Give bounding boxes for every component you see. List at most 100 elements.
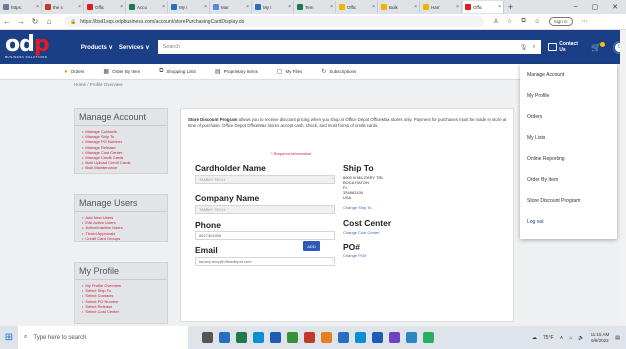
close-window-icon[interactable]: ✕: [612, 3, 618, 11]
close-tab-icon[interactable]: ×: [414, 4, 417, 10]
read-aloud-icon[interactable]: A: [494, 19, 498, 25]
search-input[interactable]: Search 🎙 ⌕: [157, 40, 541, 54]
close-tab-icon[interactable]: ×: [288, 4, 291, 10]
app-icon[interactable]: [219, 332, 230, 343]
close-tab-icon[interactable]: ×: [330, 4, 333, 10]
notifications-icon[interactable]: ▤: [615, 335, 620, 341]
minimize-icon[interactable]: –: [574, 3, 578, 11]
edge-icon[interactable]: [355, 332, 366, 343]
app-icon[interactable]: [406, 332, 417, 343]
network-icon[interactable]: ⌂: [569, 335, 572, 341]
menu-item-orders[interactable]: Orders: [520, 106, 617, 127]
services-menu[interactable]: Services ∨: [119, 44, 150, 51]
sidebar-manage-account: Manage Account Manage ContactsManage Shi…: [74, 108, 168, 174]
home-icon[interactable]: ⌂: [42, 17, 56, 26]
app-icon[interactable]: [389, 332, 400, 343]
taskbar-search[interactable]: ⌕ Type here to search: [18, 326, 188, 349]
change-po-link[interactable]: Change PO#: [343, 253, 366, 258]
sidebar-link[interactable]: Bulk Maintenance: [82, 165, 167, 170]
company-field[interactable]: TAMMY TECH: [195, 205, 335, 214]
browser-tab[interactable]: Mar ×: [211, 1, 252, 13]
tab-favicon-icon: [171, 4, 177, 10]
browser-tab[interactable]: Acco ×: [127, 1, 168, 13]
browser-tab[interactable]: Offic ×: [85, 1, 126, 13]
subnav-item-order-by-item[interactable]: ▦ Order By Item: [103, 68, 140, 75]
menu-item-my-lists[interactable]: My Lists: [520, 127, 617, 148]
search-icon[interactable]: ⌕: [532, 44, 535, 51]
email-label: Email: [195, 245, 218, 255]
subnav-item-shopping-lists[interactable]: ⧉ Shopping Lists: [159, 68, 196, 75]
browser-tab[interactable]: My I ×: [169, 1, 210, 13]
favorites-bar-icon[interactable]: ✩: [535, 18, 540, 25]
new-tab-icon[interactable]: +: [508, 2, 513, 12]
add-button[interactable]: ADD: [303, 241, 320, 251]
refresh-icon[interactable]: ↻: [28, 17, 42, 26]
app-icon[interactable]: [236, 332, 247, 343]
app-icon[interactable]: [321, 332, 332, 343]
weather-temp[interactable]: 75°F: [543, 335, 554, 341]
close-tab-icon[interactable]: ×: [78, 4, 81, 10]
close-tab-icon[interactable]: ×: [36, 4, 39, 10]
more-icon[interactable]: ⋯: [582, 18, 588, 25]
subnav-item-my-files[interactable]: ▢ My Files: [277, 68, 302, 75]
close-tab-icon[interactable]: ×: [372, 4, 375, 10]
browser-tab[interactable]: Harr ×: [421, 1, 462, 13]
app-icon[interactable]: [372, 332, 383, 343]
change-ship-to-link[interactable]: Change Ship To: [343, 205, 371, 210]
subnav-item-subscriptions[interactable]: ↻ Subscriptions: [321, 68, 356, 75]
app-icon[interactable]: [287, 332, 298, 343]
microphone-icon[interactable]: 🎙: [520, 44, 528, 51]
app-icon[interactable]: [338, 332, 349, 343]
task-view-icon[interactable]: [202, 332, 213, 343]
menu-item-store-discount-program[interactable]: Store Discount Program: [520, 190, 617, 211]
change-cost-center-link[interactable]: Change Cost Center: [343, 230, 379, 235]
edge-icon[interactable]: [253, 332, 264, 343]
collections-icon[interactable]: ⧉: [521, 18, 525, 25]
back-icon[interactable]: ←: [0, 17, 14, 26]
menu-item-log-out[interactable]: Log out: [520, 211, 617, 232]
volume-icon[interactable]: 🔈: [578, 335, 584, 341]
menu-item-online-reporting[interactable]: Online Reporting: [520, 148, 617, 169]
app-icon[interactable]: [423, 332, 434, 343]
weather-icon[interactable]: ☁: [532, 335, 537, 341]
cardholder-field[interactable]: TAMMY TECH: [195, 175, 335, 184]
tray-chevron-icon[interactable]: ∧: [560, 335, 564, 341]
close-tab-icon[interactable]: ×: [120, 4, 123, 10]
browser-tab[interactable]: the s ×: [43, 1, 84, 13]
menu-item-my-profile[interactable]: My Profile: [520, 85, 617, 106]
sign-in-button[interactable]: Sign in: [548, 17, 573, 26]
page-scrollbar[interactable]: [620, 30, 626, 326]
favorite-icon[interactable]: ☆: [507, 18, 512, 25]
menu-item-order-by-item[interactable]: Order By Item: [520, 169, 617, 190]
ship-to-label: Ship To: [343, 163, 374, 173]
app-icon[interactable]: [304, 332, 315, 343]
close-tab-icon[interactable]: ×: [204, 4, 207, 10]
phone-field[interactable]: 5617304908: [195, 231, 335, 240]
browser-tab[interactable]: Offic ×: [463, 1, 504, 13]
browser-tab[interactable]: My I ×: [253, 1, 294, 13]
browser-tab[interactable]: Bulk ×: [379, 1, 420, 13]
cart-icon[interactable]: 🛒: [591, 41, 606, 52]
products-menu[interactable]: Products ∨: [81, 44, 113, 51]
odp-logo[interactable]: odp BUSINESS SOLUTIONS: [5, 34, 53, 60]
sidebar-link[interactable]: Select Cost Center: [82, 309, 167, 314]
close-tab-icon[interactable]: ×: [498, 4, 501, 10]
browser-tab[interactable]: Tem ×: [295, 1, 336, 13]
sidebar-link[interactable]: Credit Card Groups: [82, 236, 167, 241]
browser-tab[interactable]: Offic ×: [337, 1, 378, 13]
clock[interactable]: 11:15 AM 6/9/2022: [591, 332, 610, 344]
app-icon[interactable]: [270, 332, 281, 343]
url-field[interactable]: 🔒 https://bsd1sqs.odpbusiness.com/accoun…: [64, 16, 484, 27]
close-tab-icon[interactable]: ×: [246, 4, 249, 10]
subnav-item-orders[interactable]: ● Orders: [64, 69, 84, 75]
contact-us-link[interactable]: Contact Us: [547, 41, 585, 53]
windows-start-icon[interactable]: ⊞: [0, 332, 18, 343]
subnav-item-proprietary-items[interactable]: ▤ Proprietary Items: [215, 68, 258, 75]
forward-icon[interactable]: →: [14, 17, 28, 26]
email-field[interactable]: tammy.moy@officedepot.com: [195, 257, 335, 266]
browser-tab[interactable]: https: ×: [1, 1, 42, 13]
close-tab-icon[interactable]: ×: [162, 4, 165, 10]
menu-item-manage-account[interactable]: Manage Account: [520, 64, 617, 85]
maximize-icon[interactable]: ▢: [592, 3, 599, 11]
close-tab-icon[interactable]: ×: [456, 4, 459, 10]
